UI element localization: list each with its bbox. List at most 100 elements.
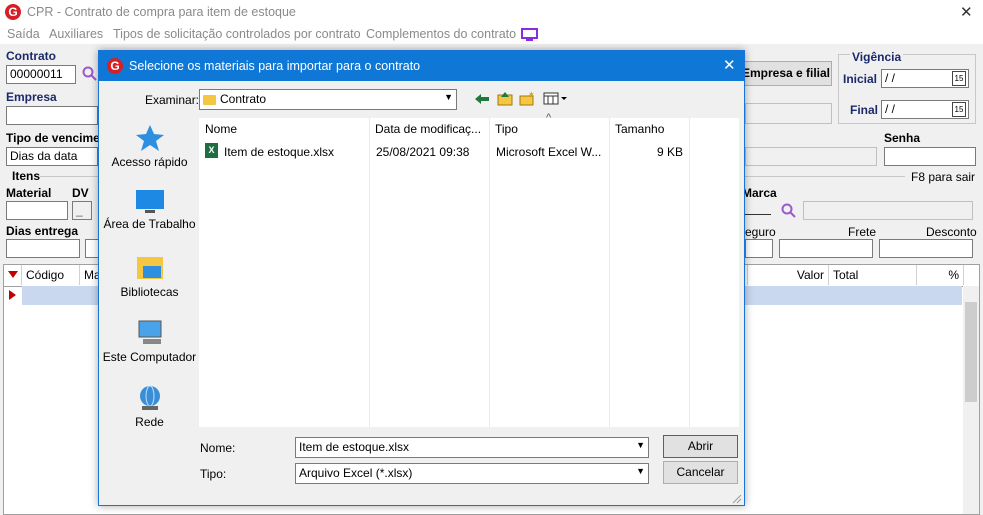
- tipo-vencimento-label: Tipo de vencime: [6, 131, 100, 145]
- computer-icon: [138, 320, 161, 344]
- col-tamanho[interactable]: Tamanho: [609, 118, 689, 140]
- back-arrow-icon[interactable]: [474, 92, 490, 106]
- empresa-filial-button[interactable]: Empresa e filial: [740, 61, 832, 86]
- menu-saida[interactable]: Saída: [7, 27, 40, 41]
- chevron-down-icon: ▼: [444, 92, 453, 102]
- extra-field-left[interactable]: [85, 239, 99, 258]
- contrato-field[interactable]: 00000011: [6, 65, 76, 84]
- col-codigo[interactable]: Código: [22, 265, 80, 285]
- col-mat[interactable]: Mat: [80, 265, 104, 285]
- desconto-field[interactable]: [879, 239, 973, 258]
- file-list[interactable]: Nome Data de modificaç... Tipo ^ Tamanho…: [199, 112, 739, 427]
- itens-group-line: [40, 176, 98, 177]
- f8-hint: F8 para sair: [911, 170, 976, 184]
- calendar-icon[interactable]: 15: [952, 71, 966, 86]
- view-menu-icon[interactable]: [543, 92, 569, 105]
- folder-icon: [203, 94, 216, 105]
- marca-field[interactable]: [803, 201, 973, 220]
- libraries-icon: [136, 257, 163, 279]
- app-logo-icon: G: [5, 4, 21, 20]
- col-total-consumido[interactable]: Total consumido: [829, 265, 917, 302]
- place-label: Acesso rápido: [111, 155, 188, 169]
- calendar-icon[interactable]: 15: [952, 102, 966, 117]
- current-row-arrow-icon: [9, 290, 16, 300]
- chevron-down-icon: ▼: [636, 466, 645, 476]
- examinar-combo[interactable]: Contrato ▼: [199, 89, 457, 110]
- dv-field[interactable]: _: [72, 201, 92, 220]
- col-separator: [689, 118, 690, 427]
- empresa-label: Empresa: [6, 90, 57, 104]
- nome-value: Item de estoque.xlsx: [299, 440, 410, 454]
- app-logo-icon: G: [107, 58, 123, 74]
- abrir-button[interactable]: Abrir: [663, 435, 738, 458]
- sort-desc-icon: [8, 271, 18, 278]
- file-size: 9 KB: [656, 145, 683, 159]
- dialog-close-icon[interactable]: ✕: [723, 56, 736, 74]
- inicial-label: Inicial: [843, 72, 878, 86]
- resize-grip-icon[interactable]: [731, 493, 742, 504]
- seguro-field[interactable]: [745, 239, 773, 258]
- grid-indicator-header: [4, 265, 22, 285]
- new-folder-icon[interactable]: ✶: [519, 91, 535, 106]
- examinar-folder: Contrato: [220, 92, 267, 106]
- frete-label: Frete: [848, 225, 877, 239]
- contrato-label: Contrato: [6, 49, 56, 63]
- col-nome[interactable]: Nome: [199, 118, 369, 140]
- file-date: 25/08/2021 09:38: [376, 145, 470, 159]
- grid-scrollbar[interactable]: [963, 286, 979, 514]
- col-percent[interactable]: %: [917, 265, 964, 285]
- place-acesso-rapido[interactable]: Acesso rápido: [102, 124, 197, 169]
- window-title: CPR - Contrato de compra para item de es…: [27, 5, 296, 19]
- dv-label: DV: [72, 186, 89, 200]
- cancelar-button[interactable]: Cancelar: [663, 461, 738, 484]
- empresa-field[interactable]: [6, 106, 98, 125]
- senha-field[interactable]: [884, 147, 976, 166]
- col-separator: [609, 118, 610, 427]
- place-label: Rede: [135, 415, 164, 429]
- inicial-field[interactable]: / / 15: [881, 69, 969, 88]
- place-bibliotecas[interactable]: Bibliotecas: [102, 254, 197, 299]
- file-dialog: G Selecione os materiais para importar p…: [98, 50, 745, 506]
- file-row[interactable]: X Item de estoque.xlsx 25/08/2021 09:38 …: [199, 142, 739, 160]
- dialog-titlebar: G Selecione os materiais para importar p…: [99, 51, 744, 81]
- excel-file-icon: X: [205, 143, 218, 158]
- col-data-modificacao[interactable]: Data de modificaç...: [369, 118, 489, 140]
- row-indicator[interactable]: [4, 286, 23, 305]
- monitor-icon[interactable]: [521, 28, 538, 41]
- col-valor[interactable]: Valor: [747, 265, 829, 285]
- file-type: Microsoft Excel W...: [496, 145, 602, 159]
- search-icon[interactable]: [781, 203, 796, 218]
- examinar-label: Examinar:: [145, 93, 200, 107]
- final-label: Final: [850, 103, 879, 117]
- right-mid-field: [745, 147, 877, 166]
- window-titlebar: G CPR - Contrato de compra para item de …: [0, 0, 983, 24]
- search-icon[interactable]: [82, 66, 97, 81]
- place-label: Área de Trabalho: [103, 217, 196, 231]
- nome-combo[interactable]: Item de estoque.xlsx ▼: [295, 437, 649, 458]
- material-label: Material: [6, 186, 52, 200]
- menu-auxiliares[interactable]: Auxiliares: [49, 27, 103, 41]
- window-close-icon[interactable]: ✕: [960, 3, 973, 21]
- place-rede[interactable]: Rede: [102, 384, 197, 429]
- dialog-title: Selecione os materiais para importar par…: [129, 59, 421, 73]
- menu-tipos-solicitacao[interactable]: Tipos de solicitação controlados por con…: [113, 27, 361, 41]
- place-este-computador[interactable]: Este Computador: [102, 319, 197, 364]
- tipo-combo[interactable]: Arquivo Excel (*.xlsx) ▼: [295, 463, 649, 484]
- chevron-down-icon: ▼: [636, 440, 645, 450]
- final-field[interactable]: / / 15: [881, 100, 969, 119]
- frete-field[interactable]: [779, 239, 873, 258]
- grid-scrollbar-thumb[interactable]: [965, 302, 977, 402]
- dias-entrega-label: Dias entrega: [6, 224, 79, 238]
- marca-underline: [745, 214, 771, 215]
- place-label: Bibliotecas: [120, 285, 179, 299]
- dias-entrega-field[interactable]: [6, 239, 80, 258]
- nome-label: Nome:: [200, 441, 236, 455]
- material-field[interactable]: [6, 201, 68, 220]
- star-icon: [135, 125, 164, 151]
- place-area-trabalho[interactable]: Área de Trabalho: [102, 189, 197, 231]
- sort-arrow-icon: ^: [546, 112, 552, 124]
- tipo-vencimento-field[interactable]: Dias da data: [6, 147, 98, 166]
- up-folder-icon[interactable]: [497, 91, 513, 106]
- menu-complementos[interactable]: Complementos do contrato: [366, 27, 516, 41]
- marca-label: Marca: [742, 186, 777, 200]
